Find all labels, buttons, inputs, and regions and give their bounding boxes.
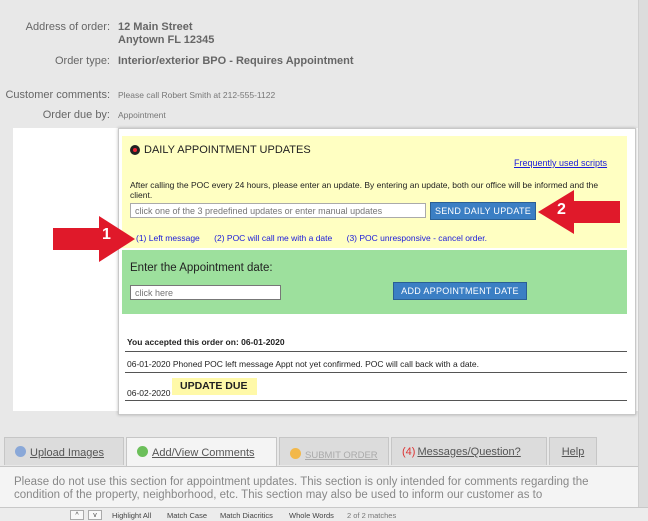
- match-count: 2 of 2 matches: [347, 511, 397, 520]
- address-line2: Anytown FL 12345: [118, 34, 215, 46]
- tab-help[interactable]: Help: [549, 437, 597, 465]
- quick-update-poc-unresponsive[interactable]: (3) POC unresponsive - cancel order.: [347, 233, 487, 243]
- log-entry: 06-01-2020 Phoned POC left message Appt …: [127, 359, 479, 369]
- step-2-icon: [137, 446, 148, 457]
- order-type-value: Interior/exterior BPO - Requires Appoint…: [118, 55, 354, 67]
- log-divider: [125, 400, 627, 401]
- step-3-icon: [290, 448, 301, 459]
- callout-number-1: 1: [102, 226, 111, 243]
- tab-upload-images[interactable]: Upload Images: [4, 437, 124, 465]
- callout-number-2: 2: [557, 201, 566, 218]
- add-appointment-date-button[interactable]: ADD APPOINTMENT DATE: [393, 282, 527, 300]
- quick-updates: (1) Left message (2) POC will call me wi…: [136, 233, 499, 243]
- frequently-used-scripts-link[interactable]: Frequently used scripts: [514, 158, 607, 168]
- customer-comments-value: Please call Robert Smith at 212-555-1122: [118, 90, 276, 100]
- order-page: Address of order: 12 Main Street Anytown…: [0, 0, 638, 521]
- tab-submit-order[interactable]: SUBMIT ORDER: [279, 437, 389, 465]
- vertical-scrollbar[interactable]: [638, 0, 648, 507]
- callout-arrow-2: [538, 190, 620, 234]
- quick-update-left-message[interactable]: (1) Left message: [136, 233, 200, 243]
- quick-update-poc-will-call[interactable]: (2) POC will call me with a date: [214, 233, 332, 243]
- comments-notice: Please do not use this section for appoi…: [14, 476, 589, 501]
- callout-arrow-1: [53, 216, 135, 262]
- order-due-value: Appointment: [118, 110, 166, 120]
- customer-comments-label: Customer comments:: [5, 89, 110, 101]
- find-next-button[interactable]: v: [88, 510, 102, 520]
- whole-words-toggle[interactable]: Whole Words: [289, 511, 334, 520]
- match-case-toggle[interactable]: Match Case: [167, 511, 207, 520]
- highlight-all-toggle[interactable]: Highlight All: [112, 511, 151, 520]
- tab-messages-label: Messages/Question?: [417, 446, 521, 458]
- bullet-icon: [130, 145, 140, 155]
- send-daily-update-button[interactable]: SEND DAILY UPDATE: [430, 202, 536, 220]
- appointment-date-section: [122, 250, 627, 314]
- order-type-label: Order type:: [54, 55, 110, 67]
- appointment-date-title: Enter the Appointment date:: [130, 262, 273, 274]
- find-bar: ^ v Highlight All Match Case Match Diacr…: [0, 507, 648, 521]
- match-diacritics-toggle[interactable]: Match Diacritics: [220, 511, 273, 520]
- log-entry-date: 06-02-2020: [127, 388, 171, 398]
- order-due-label: Order due by:: [42, 109, 110, 121]
- address-line1: 12 Main Street: [118, 21, 193, 33]
- tab-add-view-comments[interactable]: Add/View Comments: [126, 437, 277, 467]
- tab-messages-question[interactable]: (4) Messages/Question?: [391, 437, 547, 465]
- address-label: Address of order:: [25, 21, 110, 33]
- step-1-icon: [15, 446, 26, 457]
- daily-updates-title: DAILY APPOINTMENT UPDATES: [144, 144, 311, 156]
- log-divider: [125, 351, 627, 352]
- log-divider: [125, 372, 627, 373]
- tab-submit-order-label: SUBMIT ORDER: [305, 450, 378, 461]
- tab-upload-images-label: Upload Images: [30, 447, 104, 459]
- appointment-date-input[interactable]: [130, 285, 281, 300]
- tab-add-view-comments-label: Add/View Comments: [152, 447, 255, 459]
- daily-update-input[interactable]: [130, 203, 426, 218]
- accepted-date-text: You accepted this order on: 06-01-2020: [127, 337, 285, 347]
- tab-help-label: Help: [561, 446, 585, 458]
- update-due-badge: UPDATE DUE: [172, 378, 257, 395]
- find-previous-button[interactable]: ^: [70, 510, 84, 520]
- messages-count: (4): [402, 446, 416, 458]
